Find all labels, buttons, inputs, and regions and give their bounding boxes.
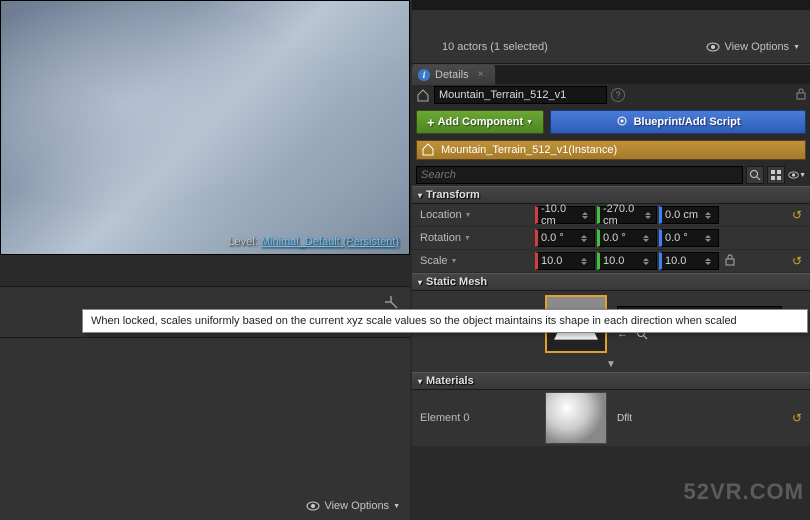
root-component-row[interactable]: Mountain_Terrain_512_v1(Instance)	[416, 140, 806, 160]
material-asset-box: Dflt	[617, 413, 782, 424]
chevron-down-icon: ▼	[526, 119, 533, 126]
gear-icon	[616, 115, 628, 130]
right-pane: 10 actors (1 selected) View Options ▼ i …	[412, 0, 810, 519]
material-dflt-label: Dflt	[617, 413, 782, 424]
actor-name-row: ?	[412, 84, 810, 106]
rotation-vector: 0.0 ° 0.0 ° 0.0 °	[535, 229, 719, 247]
rotation-z-input[interactable]: 0.0 °	[659, 229, 719, 247]
scale-y-input[interactable]: 10.0	[597, 252, 657, 270]
chevron-down-icon: ▼	[393, 503, 400, 510]
scale-label[interactable]: Scale▼	[420, 255, 535, 267]
search-input[interactable]	[416, 166, 743, 184]
component-buttons: + Add Component ▼ Blueprint/Add Script	[412, 106, 810, 138]
terrain-surface	[1, 1, 409, 254]
reset-to-default-icon[interactable]: ↺	[792, 254, 802, 268]
view-options-button[interactable]: View Options ▼	[306, 500, 400, 512]
location-vector: -10.0 cm -270.0 cm 0.0 cm	[535, 206, 719, 224]
rotation-y-input[interactable]: 0.0 °	[597, 229, 657, 247]
rotation-label[interactable]: Rotation▼	[420, 232, 535, 244]
collapse-icon: ▾	[418, 278, 422, 287]
lock-icon[interactable]	[796, 88, 806, 103]
section-transform-label: Transform	[426, 189, 480, 201]
level-name-link[interactable]: Minimal_Default (Persistent)	[261, 236, 399, 248]
section-transform[interactable]: ▾ Transform	[412, 186, 810, 204]
blueprint-script-button[interactable]: Blueprint/Add Script	[550, 110, 806, 134]
info-icon: i	[418, 69, 430, 81]
plus-icon: +	[427, 115, 435, 130]
viewport-3d[interactable]: Level: Minimal_Default (Persistent)	[0, 0, 410, 255]
rotation-x-input[interactable]: 0.0 °	[535, 229, 595, 247]
scale-z-input[interactable]: 10.0	[659, 252, 719, 270]
section-materials-label: Materials	[426, 375, 474, 387]
location-y-input[interactable]: -270.0 cm	[597, 206, 657, 224]
watermark: 52VR.COM	[684, 479, 804, 505]
add-component-label: Add Component	[438, 116, 524, 128]
chevron-down-icon: ▼	[451, 258, 458, 265]
location-x-input[interactable]: -10.0 cm	[535, 206, 595, 224]
section-static-mesh-label: Static Mesh	[426, 276, 487, 288]
outliner-view-options[interactable]: View Options ▼	[706, 41, 800, 53]
actor-name-input[interactable]	[434, 86, 607, 104]
expand-advanced-icon[interactable]: ▼	[412, 357, 810, 372]
help-icon[interactable]: ?	[611, 88, 625, 102]
property-matrix-icon[interactable]	[767, 166, 785, 184]
component-name: Mountain_Terrain_512_v1(Instance)	[441, 144, 617, 156]
collapse-icon: ▾	[418, 191, 422, 200]
close-icon[interactable]: ×	[478, 69, 484, 80]
section-materials[interactable]: ▾ Materials	[412, 372, 810, 390]
collapse-icon: ▾	[418, 377, 422, 386]
reset-to-default-icon[interactable]: ↺	[792, 411, 802, 425]
rotation-row: Rotation▼ 0.0 ° 0.0 ° 0.0 °	[412, 227, 810, 250]
tooltip: When locked, scales uniformly based on t…	[82, 309, 808, 333]
location-row: Location▼ -10.0 cm -270.0 cm 0.0 cm ↺	[412, 204, 810, 227]
level-prefix: Level:	[228, 236, 257, 248]
blueprint-script-label: Blueprint/Add Script	[634, 116, 741, 128]
view-options-label: View Options	[324, 500, 389, 512]
scale-vector: 10.0 10.0 10.0	[535, 252, 719, 270]
section-static-mesh[interactable]: ▾ Static Mesh	[412, 273, 810, 291]
chevron-down-icon: ▼	[799, 172, 806, 179]
add-component-button[interactable]: + Add Component ▼	[416, 110, 544, 134]
scale-row: Scale▼ 10.0 10.0 10.0 ↺	[412, 250, 810, 273]
home-icon[interactable]	[416, 88, 430, 102]
reset-to-default-icon[interactable]: ↺	[792, 208, 802, 222]
scale-x-input[interactable]: 10.0	[535, 252, 595, 270]
visibility-options-icon[interactable]: ▼	[788, 166, 806, 184]
details-tabbar: i Details ×	[412, 64, 810, 84]
chevron-down-icon: ▼	[464, 235, 471, 242]
left-pane: Level: Minimal_Default (Persistent) View…	[0, 0, 412, 519]
view-options-label: View Options	[724, 41, 789, 53]
content-browser-body: View Options ▼	[0, 338, 410, 520]
material-thumbnail[interactable]	[545, 392, 607, 444]
chevron-down-icon: ▼	[793, 44, 800, 51]
chevron-down-icon: ▼	[465, 212, 472, 219]
eye-icon	[306, 501, 320, 511]
uniform-scale-lock-icon[interactable]	[725, 254, 735, 269]
location-z-input[interactable]: 0.0 cm	[659, 206, 719, 224]
search-icon[interactable]	[746, 166, 764, 184]
level-label: Level: Minimal_Default (Persistent)	[228, 236, 399, 248]
top-divider	[412, 0, 810, 10]
material-element-row: Element 0 Dflt ↺	[412, 390, 810, 446]
tab-details[interactable]: i Details ×	[412, 65, 496, 85]
material-element-label: Element 0	[420, 412, 535, 424]
location-label[interactable]: Location▼	[420, 209, 535, 221]
tab-details-label: Details	[435, 69, 469, 81]
details-search-row: ▼	[412, 164, 810, 186]
home-icon	[421, 142, 435, 159]
outliner-footer: 10 actors (1 selected) View Options ▼	[412, 10, 810, 64]
eye-icon	[706, 42, 720, 52]
actor-count: 10 actors (1 selected)	[442, 41, 548, 53]
